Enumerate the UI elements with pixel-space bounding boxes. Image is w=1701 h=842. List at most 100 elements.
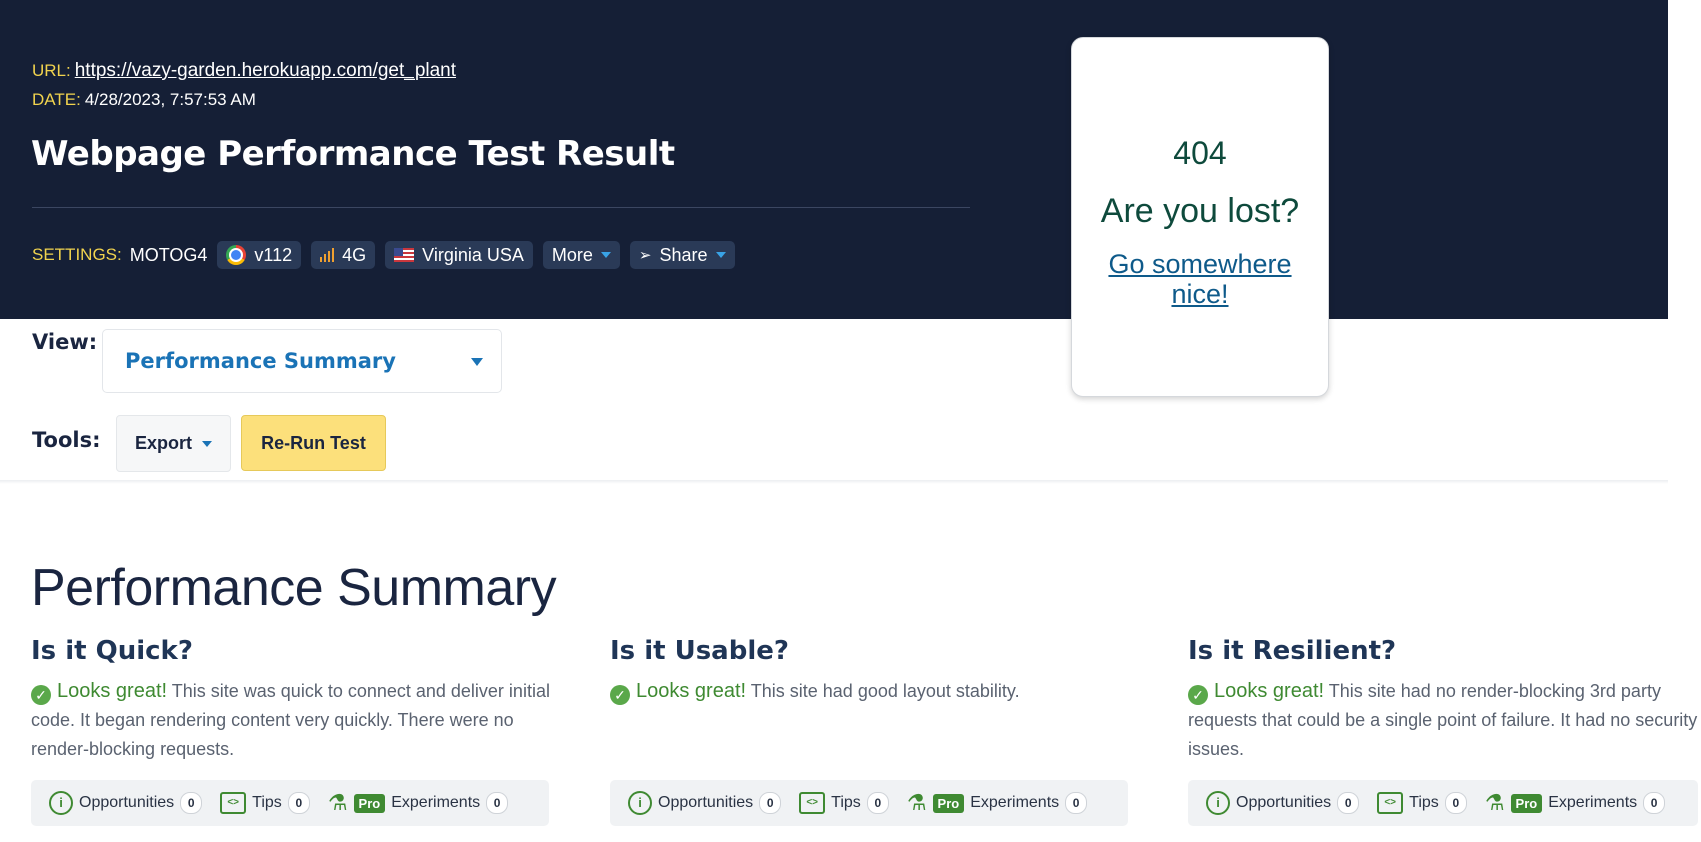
more-button[interactable]: More <box>542 241 620 269</box>
tips-label: Tips <box>831 794 861 811</box>
header-divider <box>32 207 970 208</box>
experiments-label: Experiments <box>1548 794 1638 811</box>
opportunities-link[interactable]: i Opportunities 0 <box>1206 791 1360 815</box>
tips-count: 0 <box>1444 792 1467 814</box>
share-button[interactable]: ➢ Share <box>629 241 735 269</box>
opportunities-count: 0 <box>759 792 782 814</box>
date-label: DATE: <box>32 90 81 109</box>
column-heading: Is it Quick? <box>31 636 193 666</box>
experiments-link[interactable]: ⚗ Pro Experiments 0 <box>906 790 1088 815</box>
column-description: ✓ Looks great! This site had no render-bl… <box>1188 677 1698 764</box>
resilient-column: Is it Resilient? ✓ Looks great! This site… <box>1188 636 1698 826</box>
opportunities-link[interactable]: i Opportunities 0 <box>49 791 203 815</box>
status-text: Looks great! <box>57 680 168 702</box>
error-code: 404 <box>1173 135 1227 171</box>
us-flag-icon <box>394 248 415 262</box>
check-circle-icon: ✓ <box>1188 685 1208 705</box>
flask-icon: ⚗ <box>1484 790 1505 815</box>
insights-bar: i Opportunities 0 <> Tips 0 ⚗ Pro Experiments 0 <box>31 780 549 826</box>
info-icon: i <box>49 791 73 815</box>
connection-type: 4G <box>342 244 367 265</box>
code-icon: <> <box>220 792 247 814</box>
location-chip: Virginia USA <box>385 241 533 269</box>
experiments-count: 0 <box>486 792 509 814</box>
tested-url-link[interactable]: https://vazy-garden.herokuapp.com/get_pl… <box>75 60 456 81</box>
status-text: Looks great! <box>1214 680 1325 702</box>
view-row: View: <box>32 330 97 354</box>
rerun-test-button[interactable]: Re-Run Test <box>241 415 386 471</box>
flask-icon: ⚗ <box>906 790 927 815</box>
url-label: URL: <box>32 61 71 80</box>
tips-link[interactable]: <> Tips 0 <box>799 792 889 814</box>
date-line: DATE: 4/28/2023, 7:57:53 AM <box>32 90 256 110</box>
tips-count: 0 <box>866 792 889 814</box>
insights-bar: i Opportunities 0 <> Tips 0 ⚗ Pro Experiments 0 <box>1188 780 1698 826</box>
settings-row: SETTINGS: MOTOG4 v112 4G Virginia USA Mo… <box>32 240 735 270</box>
error-overlay-card: 404 Are you lost? Go somewhere nice! <box>1071 37 1329 397</box>
tools-label: Tools: <box>32 428 101 452</box>
signal-bars-icon <box>320 248 335 262</box>
browser-version: v112 <box>254 244 293 265</box>
experiments-link[interactable]: ⚗ Pro Experiments 0 <box>327 790 509 815</box>
test-location: Virginia USA <box>422 244 524 265</box>
browser-chip: v112 <box>217 241 302 269</box>
opportunities-label: Opportunities <box>1236 794 1332 811</box>
caret-down-icon <box>600 252 611 258</box>
chrome-icon <box>226 245 247 265</box>
view-select[interactable]: Performance Summary <box>102 329 502 393</box>
experiments-link[interactable]: ⚗ Pro Experiments 0 <box>1484 790 1666 815</box>
connection-chip: 4G <box>311 241 376 269</box>
view-label: View: <box>32 330 98 354</box>
pro-badge: Pro <box>353 793 386 813</box>
settings-label: SETTINGS: <box>32 245 122 264</box>
send-icon: ➢ <box>638 247 652 264</box>
toolbar-divider <box>0 480 1668 484</box>
column-heading: Is it Usable? <box>610 636 789 666</box>
more-label: More <box>551 244 593 265</box>
code-icon: <> <box>1377 792 1404 814</box>
error-message: Are you lost? <box>1100 192 1300 230</box>
check-circle-icon: ✓ <box>31 685 51 705</box>
info-icon: i <box>1206 791 1230 815</box>
summary-text: This site had good layout stability. <box>750 681 1020 701</box>
opportunities-label: Opportunities <box>79 794 175 811</box>
code-icon: <> <box>799 792 826 814</box>
opportunities-link[interactable]: i Opportunities 0 <box>628 791 782 815</box>
opportunities-count: 0 <box>1337 792 1360 814</box>
experiments-label: Experiments <box>970 794 1060 811</box>
go-home-link[interactable]: Go somewhere nice! <box>1100 249 1300 309</box>
column-description: ✓ Looks great! This site had good layout … <box>610 677 1130 706</box>
device-name: MOTOG4 <box>129 244 208 265</box>
tools-row: Tools: <box>32 428 101 452</box>
quick-column: Is it Quick? ✓ Looks great! This site was… <box>31 636 551 826</box>
check-circle-icon: ✓ <box>610 685 630 705</box>
results-header: URL: https://vazy-garden.herokuapp.com/ge… <box>0 0 1668 319</box>
experiments-label: Experiments <box>391 794 481 811</box>
tips-count: 0 <box>287 792 310 814</box>
flask-icon: ⚗ <box>327 790 348 815</box>
opportunities-count: 0 <box>180 792 203 814</box>
export-label: Export <box>134 433 192 453</box>
tips-link[interactable]: <> Tips 0 <box>1377 792 1467 814</box>
insights-bar: i Opportunities 0 <> Tips 0 ⚗ Pro Experiments 0 <box>610 780 1128 826</box>
view-selected-value: Performance Summary <box>125 349 396 373</box>
section-title: Performance Summary <box>31 559 557 617</box>
column-description: ✓ Looks great! This site was quick to con… <box>31 677 551 764</box>
pro-badge: Pro <box>1510 793 1543 813</box>
export-button[interactable]: Export <box>116 415 231 472</box>
status-text: Looks great! <box>636 680 747 702</box>
rerun-label: Re-Run Test <box>261 432 366 453</box>
caret-down-icon <box>715 252 726 258</box>
share-label: Share <box>659 244 708 265</box>
caret-down-icon <box>471 358 483 366</box>
usable-column: Is it Usable? ✓ Looks great! This site ha… <box>610 636 1130 826</box>
tips-link[interactable]: <> Tips 0 <box>220 792 310 814</box>
info-icon: i <box>628 791 652 815</box>
experiments-count: 0 <box>1065 792 1088 814</box>
test-date: 4/28/2023, 7:57:53 AM <box>84 90 256 109</box>
tips-label: Tips <box>252 794 282 811</box>
experiments-count: 0 <box>1643 792 1666 814</box>
caret-down-icon <box>202 440 212 447</box>
tips-label: Tips <box>1409 794 1439 811</box>
url-line: URL: https://vazy-garden.herokuapp.com/ge… <box>32 60 456 82</box>
